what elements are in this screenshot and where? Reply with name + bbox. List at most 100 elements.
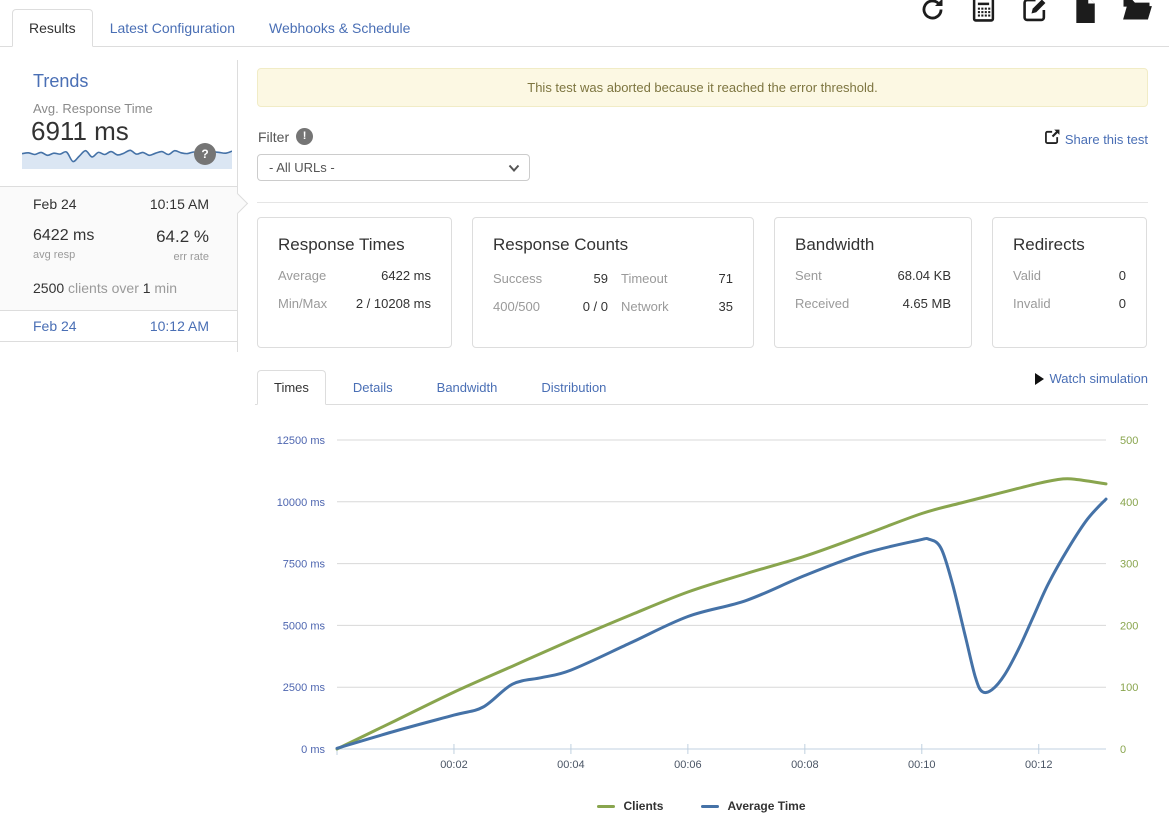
trends-title: Trends — [33, 71, 88, 92]
watch-simulation-label: Watch simulation — [1050, 371, 1149, 386]
test-run-selected[interactable]: Feb 24 10:15 AM 6422 ms avg resp 64.2 % … — [0, 186, 237, 311]
svg-text:300: 300 — [1120, 559, 1138, 571]
share-this-test-link[interactable]: Share this test — [1045, 129, 1148, 149]
run-date: Feb 24 — [33, 196, 77, 212]
page: Results Latest Configuration Webhooks & … — [0, 0, 1169, 835]
run-duration-count: 1 — [143, 280, 151, 296]
row-label: Average — [278, 268, 326, 283]
play-icon — [1035, 373, 1044, 385]
tab-results[interactable]: Results — [12, 9, 93, 47]
row-label: Network — [608, 299, 670, 314]
clients-series-swatch — [597, 805, 615, 808]
row-value: 0 / 0 — [548, 299, 608, 314]
card-title: Redirects — [1013, 235, 1126, 255]
row-label: 400/500 — [493, 299, 548, 314]
tab-times[interactable]: Times — [257, 370, 326, 405]
chevron-down-icon — [508, 160, 520, 175]
svg-text:10000 ms: 10000 ms — [277, 497, 326, 509]
row-value: 2 / 10208 ms — [356, 296, 431, 311]
legend-item-clients[interactable]: Clients — [597, 799, 663, 813]
section-divider — [257, 202, 1148, 203]
card-response-counts: Response Counts Success59Timeout71 400/5… — [472, 217, 754, 348]
url-filter-value: - All URLs - — [269, 160, 335, 175]
card-title: Response Times — [278, 235, 431, 255]
times-line-chart: 0 ms02500 ms1005000 ms2007500 ms30010000… — [255, 424, 1160, 784]
tab-latest-configuration[interactable]: Latest Configuration — [93, 9, 252, 47]
legend-label: Clients — [623, 799, 663, 813]
row-value: 0 — [1119, 296, 1126, 311]
card-redirects: Redirects Valid0 Invalid0 — [992, 217, 1147, 348]
test-run-item[interactable]: Feb 24 10:12 AM — [0, 311, 237, 342]
legend-item-average-time[interactable]: Average Time — [701, 799, 805, 813]
aborted-alert-banner: This test was aborted because it reached… — [257, 68, 1148, 107]
svg-text:00:04: 00:04 — [557, 759, 585, 771]
svg-text:500: 500 — [1120, 435, 1138, 447]
run-clients-summary: 2500 clients over 1 min — [33, 280, 209, 296]
average-time-series-swatch — [701, 805, 719, 808]
trends-sidebar: Trends Avg. Response Time 6911 ms ? Feb … — [0, 60, 238, 352]
run-duration-unit: min — [151, 280, 177, 296]
run-avg-resp-label: avg resp — [33, 249, 94, 261]
avg-response-time-value: 6911 ms — [31, 116, 129, 147]
row-value: 59 — [548, 271, 608, 286]
svg-text:400: 400 — [1120, 497, 1138, 509]
svg-text:00:10: 00:10 — [908, 759, 936, 771]
edit-icon[interactable] — [1022, 0, 1048, 22]
tab-details[interactable]: Details — [336, 370, 410, 405]
calculator-icon[interactable] — [971, 0, 996, 22]
svg-text:00:06: 00:06 — [674, 759, 702, 771]
filter-row: Filter ! — [258, 128, 313, 145]
filter-label: Filter — [258, 129, 289, 145]
header-icon-toolbar — [920, 0, 1153, 23]
trend-sparkline: ? — [22, 147, 232, 169]
row-label: Success — [493, 271, 548, 286]
run-clients-text: clients over — [64, 280, 143, 296]
help-icon[interactable]: ? — [194, 143, 216, 165]
row-label: Received — [795, 296, 849, 311]
card-title: Response Counts — [493, 235, 733, 255]
svg-text:2500 ms: 2500 ms — [283, 682, 326, 694]
url-filter-select[interactable]: - All URLs - — [257, 154, 530, 181]
chart-legend: Clients Average Time — [255, 799, 1148, 813]
top-tabs: Results Latest Configuration Webhooks & … — [12, 9, 427, 47]
avg-response-time-label: Avg. Response Time — [33, 101, 153, 116]
selected-run-arrow — [227, 193, 248, 214]
run-time: 10:15 AM — [150, 196, 209, 212]
row-value: 71 — [670, 271, 733, 286]
svg-text:100: 100 — [1120, 682, 1138, 694]
svg-text:200: 200 — [1120, 620, 1138, 632]
svg-text:00:08: 00:08 — [791, 759, 819, 771]
svg-text:7500 ms: 7500 ms — [283, 559, 326, 571]
tab-webhooks-schedule[interactable]: Webhooks & Schedule — [252, 9, 427, 47]
row-value: 35 — [670, 299, 733, 314]
refresh-icon[interactable] — [920, 0, 945, 22]
chart-tab-bar: Times Details Bandwidth Distribution — [255, 370, 1148, 405]
svg-text:0: 0 — [1120, 744, 1126, 756]
summary-cards: Response Times Average6422 ms Min/Max2 /… — [257, 217, 1147, 348]
row-label: Timeout — [608, 271, 670, 286]
card-response-times: Response Times Average6422 ms Min/Max2 /… — [257, 217, 452, 348]
run-avg-resp-value: 6422 ms — [33, 227, 94, 245]
run-date: Feb 24 — [33, 318, 77, 334]
row-value: 68.04 KB — [898, 268, 952, 283]
run-err-rate-value: 64.2 % — [156, 227, 209, 247]
test-run-list: Feb 24 10:15 AM 6422 ms avg resp 64.2 % … — [0, 186, 237, 342]
svg-text:00:12: 00:12 — [1025, 759, 1053, 771]
folder-icon[interactable] — [1122, 0, 1153, 21]
filter-info-icon[interactable]: ! — [296, 128, 313, 145]
svg-text:12500 ms: 12500 ms — [277, 435, 326, 447]
tab-bandwidth[interactable]: Bandwidth — [420, 370, 515, 405]
svg-text:00:02: 00:02 — [440, 759, 468, 771]
row-label: Valid — [1013, 268, 1041, 283]
file-icon[interactable] — [1074, 0, 1096, 23]
row-value: 6422 ms — [381, 268, 431, 283]
svg-text:0 ms: 0 ms — [301, 744, 325, 756]
legend-label: Average Time — [727, 799, 805, 813]
top-tab-bar: Results Latest Configuration Webhooks & … — [0, 0, 1169, 47]
run-clients-count: 2500 — [33, 280, 64, 296]
card-title: Bandwidth — [795, 235, 951, 255]
tab-distribution[interactable]: Distribution — [524, 370, 623, 405]
watch-simulation-link[interactable]: Watch simulation — [1035, 371, 1149, 386]
row-value: 0 — [1119, 268, 1126, 283]
run-time: 10:12 AM — [150, 318, 209, 334]
